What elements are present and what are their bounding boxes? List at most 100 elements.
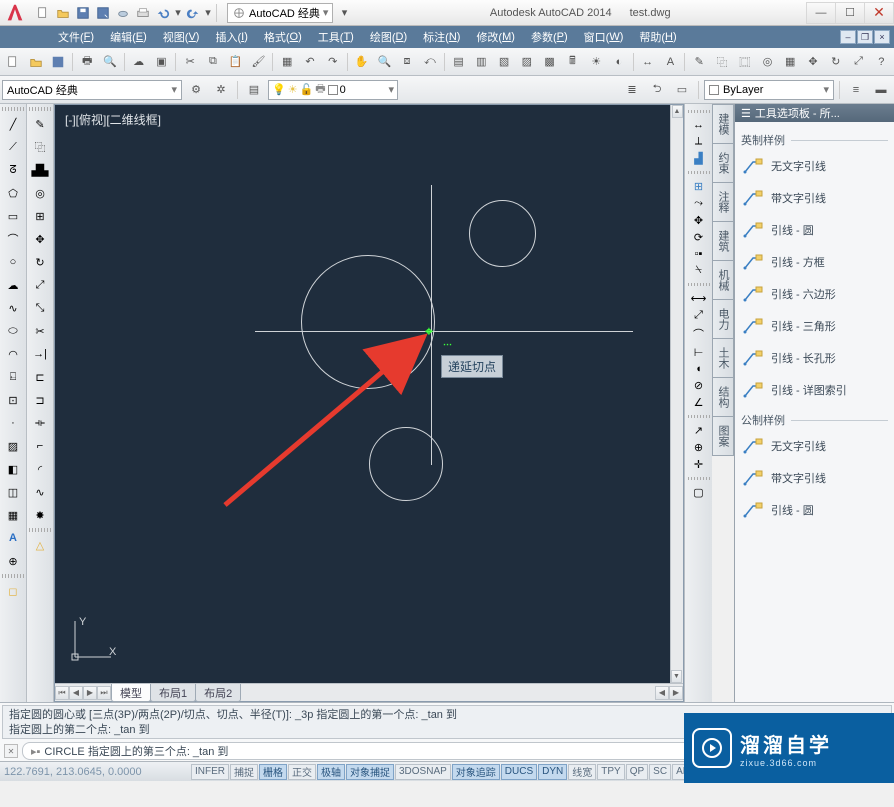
text-icon[interactable]: A	[660, 51, 682, 73]
ellipsearc-icon[interactable]: ◠	[2, 344, 24, 364]
layer-prev-icon[interactable]: ⮌	[646, 79, 668, 101]
layer-props-icon[interactable]: ▤	[243, 79, 265, 101]
save-icon[interactable]	[74, 4, 92, 22]
new-icon[interactable]	[34, 4, 52, 22]
dim-ang-icon[interactable]: ∠	[694, 396, 704, 409]
point-icon[interactable]: ·	[2, 413, 24, 433]
status-toggle-qp[interactable]: QP	[626, 764, 648, 780]
mdi-close-button[interactable]: ×	[874, 30, 890, 44]
tab-next-icon[interactable]: ▶	[83, 686, 97, 700]
palette-item[interactable]: 带文字引线	[737, 462, 892, 494]
layer-iso-icon[interactable]: ≣	[621, 79, 643, 101]
grip-icon[interactable]	[688, 477, 710, 480]
tab-model[interactable]: 模型	[111, 684, 151, 702]
join-icon[interactable]: ⟛	[29, 413, 51, 433]
ws-settings-icon[interactable]: ⚙	[185, 79, 207, 101]
offset-icon[interactable]: ◎	[29, 183, 51, 203]
status-toggle-对象捕捉[interactable]: 对象捕捉	[346, 764, 394, 780]
grip-icon[interactable]	[688, 110, 710, 113]
grip-icon[interactable]	[29, 107, 51, 111]
plot-icon[interactable]: 🖶	[76, 51, 98, 73]
align-icon[interactable]: ⍀	[695, 264, 702, 277]
palette-tab[interactable]: 机械	[712, 260, 734, 300]
menu-w[interactable]: 窗口(W)	[576, 26, 632, 48]
addselected-icon[interactable]: ⊕	[2, 551, 24, 571]
layer-combo[interactable]: 💡 ☀ 🔓 🖶 0 ▾	[268, 80, 398, 100]
grip-icon[interactable]	[29, 528, 51, 532]
tp-icon[interactable]: ▧	[493, 51, 515, 73]
dim-icon[interactable]: ↔	[637, 51, 659, 73]
tab-last-icon[interactable]: ⏭	[97, 686, 111, 700]
view-label[interactable]: [-][俯视][二维线框]	[65, 111, 161, 128]
tab-layout2[interactable]: 布局2	[195, 684, 241, 702]
insert-icon[interactable]: ⍇	[2, 367, 24, 387]
tab-first-icon[interactable]: ⏮	[55, 686, 69, 700]
new-icon[interactable]	[2, 51, 24, 73]
scale-icon[interactable]: ⤢	[848, 51, 870, 73]
paste-icon[interactable]: 📋	[225, 51, 247, 73]
qleader-icon[interactable]: ↗	[694, 424, 703, 437]
table-icon[interactable]: ▦	[2, 505, 24, 525]
undo-drop-icon[interactable]: ▾	[174, 4, 182, 22]
chamfer-icon[interactable]: ⌐	[29, 436, 51, 456]
cmd-close-icon[interactable]: ✕	[4, 744, 18, 758]
palette-item[interactable]: 引线 - 长孔形	[737, 342, 892, 374]
grip-icon[interactable]	[2, 574, 24, 578]
grip-icon[interactable]	[2, 107, 24, 111]
dim-arc-icon[interactable]: ⌒	[693, 326, 704, 342]
palette-item[interactable]: 无文字引线	[737, 150, 892, 182]
array-icon[interactable]: ⊞	[29, 206, 51, 226]
color-combo[interactable]: ByLayer ▾	[704, 80, 834, 100]
tolerance-icon[interactable]: ⊕	[694, 441, 703, 454]
dim-ord-icon[interactable]: ⊢	[694, 346, 704, 359]
scroll-up-icon[interactable]: ▲	[672, 105, 683, 118]
qcalc-icon[interactable]: 🖩	[562, 51, 584, 73]
status-toggle-sc[interactable]: SC	[649, 764, 671, 780]
region-icon[interactable]: ◫	[2, 482, 24, 502]
palette-tab[interactable]: 电力	[712, 299, 734, 339]
xline-icon[interactable]: ⟋	[2, 137, 24, 157]
move-icon[interactable]: ✥	[29, 229, 51, 249]
saveas-icon[interactable]	[94, 4, 112, 22]
props-icon[interactable]: ▤	[448, 51, 470, 73]
grip-icon[interactable]	[688, 283, 710, 286]
dim-aligned-icon[interactable]: ⤢	[694, 309, 703, 322]
centermark-icon[interactable]: ✛	[694, 458, 703, 471]
status-toggle-极轴[interactable]: 极轴	[317, 764, 345, 780]
zoom-rt-icon[interactable]: 🔍	[373, 51, 395, 73]
break1-icon[interactable]: ⊏	[29, 367, 51, 387]
mdi-restore-button[interactable]: ❐	[857, 30, 873, 44]
gradient-icon[interactable]: ◧	[2, 459, 24, 479]
scroll-down-icon[interactable]: ▼	[671, 670, 682, 683]
scrollbar-vertical[interactable]: ▲ ▼	[670, 105, 683, 683]
workspace-quick-combo[interactable]: AutoCAD 经典 ▾	[227, 3, 333, 23]
menu-n[interactable]: 标注(N)	[415, 26, 468, 48]
polyline-icon[interactable]: ᘔ	[2, 160, 24, 180]
erase-icon[interactable]: ✎	[29, 114, 51, 134]
grip-icon[interactable]	[688, 171, 710, 174]
dim-rad-icon[interactable]: ◖	[695, 363, 702, 375]
ellipse-icon[interactable]: ⬭	[2, 321, 24, 341]
palette-tab[interactable]: 图案	[712, 416, 734, 456]
status-toggle-3dosnap[interactable]: 3DOSNAP	[395, 764, 451, 780]
palette-tab[interactable]: 建筑	[712, 221, 734, 261]
tool-palette-body[interactable]: 英制样例 无文字引线带文字引线引线 - 圆引线 - 方框引线 - 六边形引线 -…	[735, 122, 894, 702]
redo-icon[interactable]: ↷	[322, 51, 344, 73]
status-toggle-正交[interactable]: 正交	[288, 764, 316, 780]
menu-m[interactable]: 修改(M)	[468, 26, 523, 48]
menu-h[interactable]: 帮助(H)	[631, 26, 684, 48]
revcloud-icon[interactable]: ☁	[2, 275, 24, 295]
copy2-icon[interactable]: ⿻	[711, 51, 733, 73]
palette-tab[interactable]: 约束	[712, 143, 734, 183]
palette-item[interactable]: 引线 - 圆	[737, 494, 892, 526]
fillet-icon[interactable]: ◜	[29, 459, 51, 479]
3ddwf-icon[interactable]: ▣	[151, 51, 173, 73]
open-icon[interactable]	[54, 4, 72, 22]
menu-d[interactable]: 绘图(D)	[362, 26, 415, 48]
status-toggle-infer[interactable]: INFER	[191, 764, 229, 780]
rectangle-icon[interactable]: ▭	[2, 206, 24, 226]
cloud-icon[interactable]	[114, 4, 132, 22]
markup-icon[interactable]: ▩	[539, 51, 561, 73]
redo-drop-icon[interactable]: ▾	[204, 4, 212, 22]
array-rect-icon[interactable]: ⊞	[694, 180, 703, 193]
